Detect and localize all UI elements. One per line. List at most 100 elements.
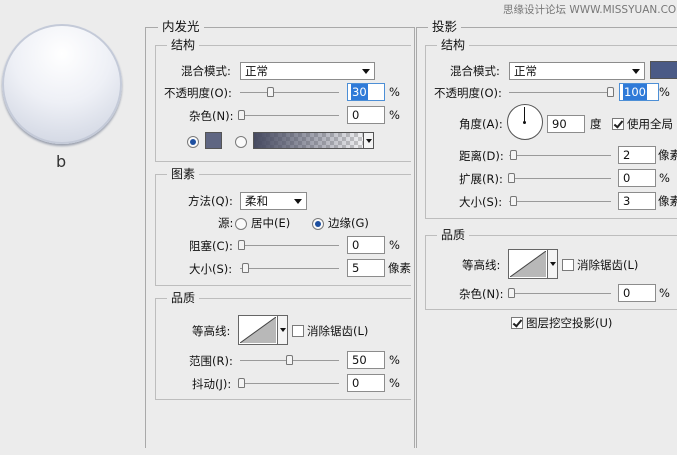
ig-gradient-swatch[interactable] [253,132,373,149]
ds-color-swatch[interactable] [650,61,677,79]
ds-noise-value: 0 [623,286,631,300]
ig-size-value: 5 [352,261,360,275]
ds-anti-alias-checkbox[interactable] [562,259,574,271]
ig-blend-mode-select[interactable]: 正常 [240,62,375,80]
drop-shadow-structure-title: 结构 [437,37,470,53]
ig-blend-mode-label: 混合模式: [181,64,231,78]
ig-gradient-dropdown[interactable] [363,132,374,149]
ds-size-slider-track[interactable] [509,201,611,202]
ds-blend-mode-select[interactable]: 正常 [509,62,645,80]
ig-jitter-slider-thumb[interactable] [238,378,245,388]
ig-blend-mode-value: 正常 [245,64,268,78]
ig-size-input[interactable]: 5 [347,259,385,277]
ig-range-percent: % [389,353,400,367]
ds-noise-slider-track[interactable] [509,293,611,294]
ds-size-input[interactable]: 3 [618,192,656,210]
chevron-down-icon [362,69,370,74]
ig-contour-picker[interactable] [238,315,288,345]
ds-contour-dropdown[interactable] [547,249,558,279]
ds-opacity-percent: % [659,85,670,99]
ig-anti-alias-label[interactable]: 消除锯齿(L) [307,323,368,339]
ig-choke-slider-thumb[interactable] [238,240,245,250]
ds-distance-px: 像素 [658,148,677,162]
ig-opacity-value: 30 [351,84,368,100]
ig-color-radio[interactable] [187,136,199,148]
drop-shadow-quality-title: 品质 [437,227,470,243]
ds-angle-label: 角度(A): [459,117,503,131]
ds-opacity-slider-track[interactable] [509,92,613,93]
ig-opacity-input[interactable]: 30 [347,83,385,101]
ig-noise-percent: % [389,108,400,122]
ds-noise-slider-thumb[interactable] [508,288,515,298]
ds-opacity-label: 不透明度(O): [434,86,502,100]
ds-blend-mode-label: 混合模式: [450,64,500,78]
ig-choke-percent: % [389,238,400,252]
ig-noise-value: 0 [352,108,360,122]
ig-noise-input[interactable]: 0 [347,106,385,124]
ig-range-input[interactable]: 50 [347,351,385,369]
ds-spread-slider-track[interactable] [509,178,611,179]
ds-size-px: 像素 [658,194,677,208]
angle-center-dot [523,121,526,124]
ig-noise-slider-track[interactable] [240,115,339,116]
ig-opacity-slider-thumb[interactable] [267,87,274,97]
ds-distance-value: 2 [623,148,631,162]
ig-color-swatch[interactable] [205,132,222,149]
ig-jitter-input[interactable]: 0 [347,374,385,392]
ds-knockout-checkbox[interactable] [511,317,523,329]
ig-size-slider-thumb[interactable] [242,263,249,273]
ds-anti-alias-label[interactable]: 消除锯齿(L) [577,257,638,273]
ig-noise-slider-thumb[interactable] [238,110,245,120]
ig-jitter-slider-track[interactable] [240,383,339,384]
chevron-down-icon [366,139,372,143]
ig-range-label: 范围(R): [189,354,233,368]
ds-noise-input[interactable]: 0 [618,284,656,302]
ig-anti-alias-checkbox[interactable] [292,325,304,337]
ig-source-edge-radio[interactable] [312,218,324,230]
ds-angle-degree: 度 [590,117,602,131]
ds-contour-label: 等高线: [462,258,501,272]
ds-opacity-value: 100 [623,84,647,100]
ig-size-slider-track[interactable] [240,268,339,269]
ig-jitter-percent: % [389,376,400,390]
ig-opacity-slider-track[interactable] [240,92,339,93]
ig-method-select[interactable]: 柔和 [240,192,307,210]
contour-linear-icon [510,251,546,277]
ds-distance-slider-track[interactable] [509,155,611,156]
ds-knockout-label[interactable]: 图层挖空投影(U) [526,315,612,331]
ig-source-center-label[interactable]: 居中(E) [251,215,290,231]
ds-angle-input[interactable]: 90 [547,115,585,133]
contour-linear-icon [240,317,276,343]
ds-distance-slider-thumb[interactable] [510,150,517,160]
ig-choke-slider-track[interactable] [240,245,339,246]
ds-global-light-checkbox[interactable] [612,118,624,130]
ig-source-center-radio[interactable] [235,218,247,230]
drop-shadow-title: 投影 [428,19,462,35]
ig-size-px: 像素 [388,261,411,275]
ig-jitter-value: 0 [352,376,360,390]
ds-size-value: 3 [623,194,631,208]
ig-gradient-radio[interactable] [235,136,247,148]
preview-label: b [56,152,67,171]
ds-contour-picker[interactable] [508,249,558,279]
ds-size-label: 大小(S): [459,195,503,209]
ds-spread-value: 0 [623,171,631,185]
ds-distance-input[interactable]: 2 [618,146,656,164]
chevron-down-icon [294,199,302,204]
ds-angle-dial[interactable] [507,104,543,140]
ig-method-label: 方法(Q): [188,194,233,208]
ds-spread-input[interactable]: 0 [618,169,656,187]
ds-opacity-input[interactable]: 100 [619,83,659,101]
inner-glow-title: 内发光 [158,19,204,35]
ig-source-edge-label[interactable]: 边缘(G) [328,215,369,231]
ig-source-label: 源: [218,216,234,230]
ig-contour-dropdown[interactable] [277,315,288,345]
ig-choke-input[interactable]: 0 [347,236,385,254]
ig-range-value: 50 [352,353,367,367]
ds-spread-slider-thumb[interactable] [508,173,515,183]
ds-global-light-label[interactable]: 使用全局 [627,116,673,132]
angle-needle-icon [524,107,525,122]
ds-opacity-slider-thumb[interactable] [607,87,614,97]
ds-size-slider-thumb[interactable] [510,196,517,206]
ig-range-slider-thumb[interactable] [286,355,293,365]
